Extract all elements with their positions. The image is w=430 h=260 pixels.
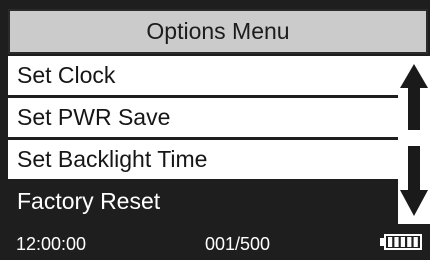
- options-menu-list: Set Clock Set PWR Save Set Backlight Tim…: [8, 56, 398, 224]
- menu-item-factory-reset[interactable]: Factory Reset: [8, 182, 398, 221]
- device-screen: Options Menu Set Clock Set PWR Save Set …: [0, 0, 430, 260]
- record-counter: 001/500: [205, 234, 271, 254]
- arrow-down-icon[interactable]: [398, 144, 430, 220]
- battery-cell: [388, 237, 393, 247]
- clock-readout: 12:00:00: [16, 234, 87, 254]
- battery-cell: [400, 237, 405, 247]
- page-title: Options Menu: [8, 9, 428, 54]
- scroll-indicator: [398, 56, 430, 224]
- battery-cell: [407, 237, 412, 247]
- menu-item-label: Set Clock: [17, 62, 116, 88]
- menu-item-set-pwr-save[interactable]: Set PWR Save: [8, 98, 398, 137]
- battery-icon: [380, 234, 422, 250]
- arrow-up-icon[interactable]: [398, 62, 430, 134]
- page-title-text: Options Menu: [146, 18, 290, 44]
- menu-item-label: Set Backlight Time: [17, 146, 208, 172]
- menu-item-label: Set PWR Save: [17, 104, 171, 130]
- menu-item-set-clock[interactable]: Set Clock: [8, 56, 398, 95]
- status-bar: 12:00:00 001/500: [0, 224, 430, 260]
- battery-cell: [413, 237, 418, 247]
- menu-item-label: Factory Reset: [17, 188, 161, 214]
- battery-cell: [394, 237, 399, 247]
- menu-item-set-backlight-time[interactable]: Set Backlight Time: [8, 140, 398, 179]
